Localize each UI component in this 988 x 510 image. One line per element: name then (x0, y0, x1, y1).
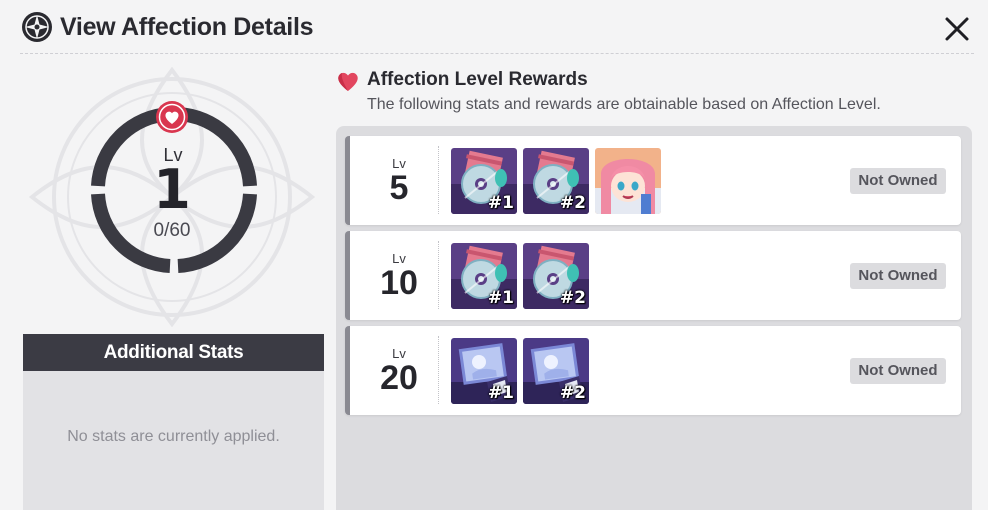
close-button[interactable] (940, 12, 974, 46)
row-divider (438, 241, 439, 309)
additional-stats-title: Additional Stats (23, 334, 324, 371)
reward-row-lv5: Lv 5 #1 #2 Not Owned (345, 136, 961, 225)
level-progress: 0/60 (153, 220, 191, 241)
page-title: View Affection Details (60, 13, 314, 41)
heart-badge-icon (156, 101, 188, 133)
reward-row-lv10: Lv 10 #1 #2 Not Owned (345, 231, 961, 320)
header-divider (20, 53, 974, 54)
card-reward-item[interactable]: #2 (523, 338, 589, 404)
status-badge: Not Owned (850, 263, 946, 289)
disc-reward-item[interactable]: #2 (523, 243, 589, 309)
heart-icon (338, 72, 358, 91)
row-level-value: 5 (389, 169, 409, 207)
status-badge: Not Owned (850, 358, 946, 384)
card-reward-item[interactable]: #1 (451, 338, 517, 404)
disc-reward-item[interactable]: #1 (451, 148, 517, 214)
close-icon (945, 17, 969, 41)
item-tag: #1 (487, 288, 514, 308)
additional-stats-panel: Additional Stats No stats are currently … (23, 334, 324, 510)
disc-reward-item[interactable]: #2 (523, 148, 589, 214)
row-level-value: 20 (380, 359, 418, 397)
level-value: 1 (153, 158, 191, 221)
reward-row-lv20: Lv 20 #1 #2 Not Owned (345, 326, 961, 415)
disc-reward-item[interactable]: #1 (451, 243, 517, 309)
item-tag: #2 (559, 288, 586, 308)
item-tag: #2 (559, 383, 586, 403)
header: View Affection Details (0, 0, 988, 54)
status-badge: Not Owned (850, 168, 946, 194)
rewards-title: Affection Level Rewards (367, 69, 588, 90)
character-portrait-icon (595, 148, 661, 214)
item-tag: #1 (487, 193, 514, 213)
portrait-reward-item[interactable] (595, 148, 661, 214)
item-tag: #2 (559, 193, 586, 213)
compass-star-icon (22, 12, 52, 42)
rewards-subtitle: The following stats and rewards are obta… (367, 96, 881, 113)
item-tag: #1 (487, 383, 514, 403)
additional-stats-empty: No stats are currently applied. (67, 428, 280, 445)
row-level-value: 10 (380, 264, 418, 302)
row-divider (438, 146, 439, 214)
row-divider (438, 336, 439, 404)
